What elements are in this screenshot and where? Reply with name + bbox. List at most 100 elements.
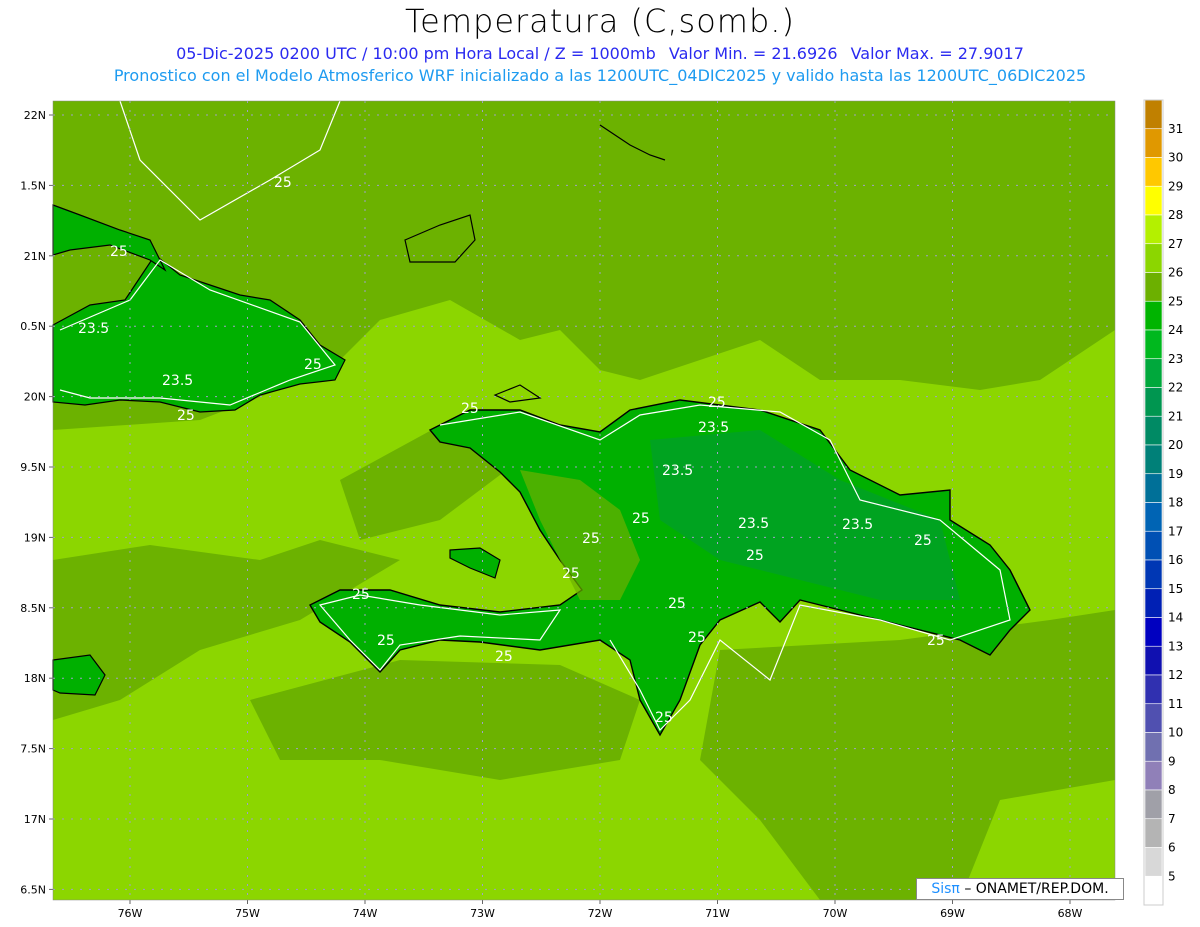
lon-label: 75W — [235, 907, 260, 920]
colorbar-swatch — [1144, 444, 1163, 475]
colorbar-label: 28 — [1168, 208, 1183, 222]
colorbar-swatch — [1144, 415, 1163, 446]
colorbar-label: 26 — [1168, 266, 1183, 280]
colorbar-swatch — [1144, 530, 1163, 561]
contour-label: 25 — [274, 175, 292, 191]
contour-label: 23.5 — [738, 516, 769, 532]
lon-label: 76W — [118, 907, 143, 920]
lat-label: 7.5N — [20, 743, 46, 756]
contour-label: 23.5 — [842, 517, 873, 533]
colorbar-label: 13 — [1168, 639, 1183, 653]
contour-label: 23.5 — [662, 463, 693, 479]
temperature-map: 76W 75W 74W 73W 72W 71W 70W 69W 68W 22N 1.5N 21N 0.5… — [20, 99, 1183, 920]
lat-label: 19N — [24, 531, 46, 544]
colorbar-label: 23 — [1168, 352, 1183, 366]
colorbar-swatch — [1144, 789, 1163, 820]
contour-label: 25 — [304, 357, 322, 373]
lat-label: 18N — [24, 672, 46, 685]
colorbar-swatch — [1144, 473, 1163, 503]
contour-label: 25 — [495, 649, 513, 665]
colorbar-label: 16 — [1168, 553, 1183, 567]
colorbar-swatch — [1144, 358, 1163, 388]
colorbar-swatch — [1144, 559, 1163, 590]
contour-label: 25 — [461, 401, 479, 417]
contour-label: 25 — [655, 710, 673, 726]
colorbar-swatch — [1144, 387, 1163, 417]
colorbar-label: 9 — [1168, 754, 1176, 768]
contour-label: 25 — [927, 633, 945, 649]
colorbar-label: 5 — [1168, 869, 1176, 883]
contour-label: 25 — [377, 633, 395, 649]
colorbar-label: 6 — [1168, 841, 1176, 855]
colorbar-swatch — [1144, 617, 1163, 647]
colorbar-swatch — [1144, 760, 1163, 791]
lat-label: 17N — [24, 813, 46, 826]
contour-label: 25 — [668, 596, 686, 612]
map-plot-area — [52, 100, 1115, 900]
colorbar-swatch — [1144, 272, 1163, 302]
lat-label: 22N — [24, 109, 46, 122]
colorbar-label: 31 — [1168, 122, 1183, 136]
lat-label: 8.5N — [20, 602, 46, 615]
lon-label: 71W — [705, 907, 730, 920]
contour-label: 25 — [688, 630, 706, 646]
lat-label: 0.5N — [20, 320, 46, 333]
colorbar-label: 29 — [1168, 179, 1183, 193]
colorbar-swatch — [1144, 157, 1163, 187]
colorbar-swatch — [1144, 875, 1163, 906]
credit-text: – ONAMET/REP.DOM. — [964, 881, 1109, 897]
colorbar-label: 14 — [1168, 611, 1183, 625]
colorbar-swatch — [1144, 300, 1163, 331]
colorbar: 31 30 29 28 27 26 25 24 23 22 21 20 19 18 17 16 15 14 13 12… — [1143, 99, 1183, 906]
contour-label: 23.5 — [698, 420, 729, 436]
contour-label: 25 — [914, 533, 932, 549]
lon-label: 74W — [353, 907, 378, 920]
colorbar-label: 18 — [1168, 496, 1183, 510]
colorbar-label: 11 — [1168, 697, 1183, 711]
colorbar-swatch — [1144, 703, 1163, 733]
colorbar-swatch — [1144, 243, 1163, 273]
colorbar-label: 8 — [1168, 783, 1176, 797]
colorbar-label: 10 — [1168, 726, 1183, 740]
lon-label: 73W — [470, 907, 495, 920]
colorbar-swatch — [1144, 128, 1163, 158]
colorbar-label: 30 — [1168, 151, 1183, 165]
contour-label: 25 — [632, 511, 650, 527]
colorbar-swatch — [1144, 99, 1163, 130]
contour-label: 23.5 — [78, 321, 109, 337]
colorbar-swatch — [1144, 674, 1163, 705]
colorbar-swatch — [1144, 588, 1163, 618]
sispi-logo: Sisπ — [931, 881, 960, 897]
contour-label: 25 — [177, 408, 195, 424]
lat-label: 6.5N — [20, 883, 46, 896]
colorbar-swatch — [1144, 645, 1163, 676]
contour-label: 25 — [562, 566, 580, 582]
lon-label: 68W — [1058, 907, 1083, 920]
contour-label: 23.5 — [162, 373, 193, 389]
colorbar-swatch — [1144, 732, 1163, 762]
contour-label: 25 — [746, 548, 764, 564]
contour-label: 25 — [582, 531, 600, 547]
colorbar-swatch — [1144, 214, 1163, 245]
colorbar-label: 24 — [1168, 323, 1183, 337]
colorbar-label: 25 — [1168, 294, 1183, 308]
colorbar-swatch — [1144, 329, 1163, 360]
colorbar-label: 22 — [1168, 381, 1183, 395]
colorbar-label: 20 — [1168, 438, 1183, 452]
lat-label: 20N — [24, 391, 46, 404]
colorbar-label: 17 — [1168, 524, 1183, 538]
colorbar-label: 21 — [1168, 409, 1183, 423]
lon-label: 72W — [588, 907, 613, 920]
colorbar-label: 7 — [1168, 812, 1176, 826]
colorbar-swatch — [1144, 502, 1163, 532]
colorbar-label: 12 — [1168, 668, 1183, 682]
lat-label: 21N — [24, 250, 46, 263]
lat-label: 9.5N — [20, 461, 46, 474]
lon-label: 69W — [940, 907, 965, 920]
contour-label: 25 — [352, 587, 370, 603]
lon-label: 70W — [823, 907, 848, 920]
contour-label: 25 — [110, 244, 128, 260]
colorbar-label: 19 — [1168, 467, 1183, 481]
lat-label: 1.5N — [20, 179, 46, 192]
colorbar-swatch — [1144, 847, 1163, 877]
